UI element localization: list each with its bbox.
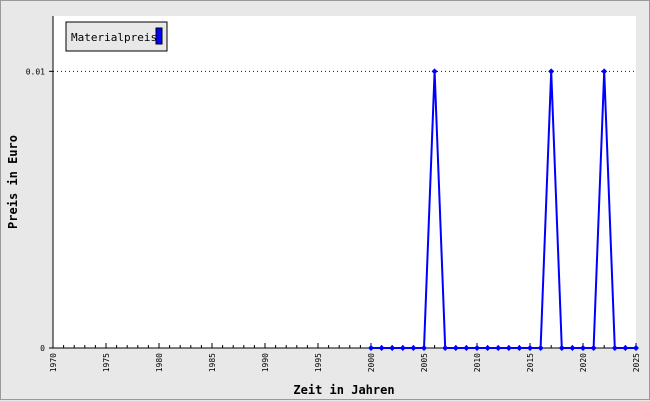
x-tick-label: 1985 — [208, 353, 217, 372]
chart-frame: 0 0.01 1970 1975 1980 1985 1990 1995 2000 2005 201… — [0, 0, 650, 400]
plot-area — [53, 16, 636, 348]
x-tick-label: 1995 — [314, 353, 323, 372]
y-axis-title: Preis in Euro — [6, 135, 20, 229]
x-tick-label: 2005 — [420, 353, 429, 372]
x-axis-title: Zeit in Jahren — [293, 383, 394, 397]
legend: Materialpreis — [65, 21, 168, 52]
x-tick-label: 2015 — [526, 353, 535, 372]
x-tick-label: 1975 — [102, 353, 111, 372]
y-tick-label: 0.01 — [26, 67, 45, 76]
x-tick-label: 1990 — [261, 353, 270, 372]
x-tick-label: 1970 — [49, 353, 58, 372]
x-tick-label: 2010 — [473, 353, 482, 372]
line-chart: 0 0.01 1970 1975 1980 1985 1990 1995 2000 2005 201… — [6, 16, 641, 397]
x-tick-label: 2020 — [579, 353, 588, 372]
x-tick-label: 1980 — [155, 353, 164, 372]
legend-label: Materialpreis — [71, 31, 157, 44]
x-tick-label: 2000 — [367, 353, 376, 372]
y-tick-label: 0 — [40, 344, 45, 353]
x-tick-label: 2025 — [632, 353, 641, 372]
legend-swatch — [155, 27, 163, 45]
